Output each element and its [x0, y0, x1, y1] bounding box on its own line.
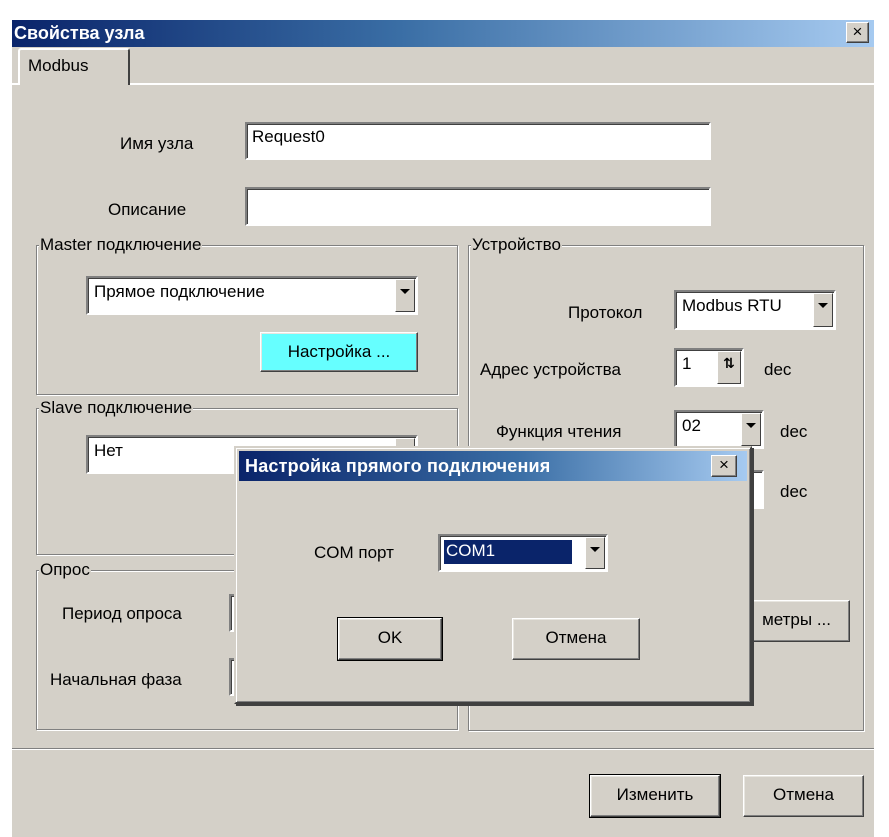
- apply-button-label: Изменить: [616, 785, 694, 804]
- cancel-button[interactable]: Отмена: [743, 775, 864, 817]
- node-properties-dialog: Свойства узла × Modbus Имя узла Request0…: [12, 20, 874, 837]
- protocol-select[interactable]: Modbus RTU: [674, 290, 836, 330]
- popup-cancel-button[interactable]: Отмена: [512, 618, 640, 660]
- node-name-label: Имя узла: [120, 134, 194, 153]
- slave-connection-legend: Slave подключение: [39, 398, 194, 418]
- device-address-value: 1: [682, 354, 692, 373]
- device-address-label: Адрес устройства: [480, 360, 621, 379]
- description-field[interactable]: [245, 187, 711, 226]
- poll-legend: Опрос: [39, 560, 91, 580]
- cancel-button-label: Отмена: [773, 785, 834, 804]
- close-icon[interactable]: ×: [711, 455, 737, 477]
- read-function-unit: dec: [780, 422, 808, 441]
- protocol-label: Протокол: [568, 303, 643, 322]
- master-connection-value: Прямое подключение: [94, 282, 265, 301]
- chevron-down-icon[interactable]: [395, 279, 415, 312]
- read-function-label: Функция чтения: [496, 422, 622, 441]
- master-settings-button-label: Настройка ...: [287, 342, 391, 361]
- chevron-down-icon[interactable]: [585, 537, 605, 569]
- start-phase-label: Начальная фаза: [50, 670, 182, 689]
- master-connection-group: Master подключение: [36, 235, 458, 395]
- popup-title: Настройка прямого подключения: [245, 456, 551, 476]
- tab-modbus-label: Modbus: [28, 56, 89, 75]
- chevron-down-icon[interactable]: [813, 293, 833, 327]
- com-port-select[interactable]: COM1: [438, 534, 608, 572]
- tab-divider: [130, 83, 874, 85]
- title-bar: Свойства узла ×: [12, 20, 874, 47]
- parameters-button-label: метры ...: [762, 610, 831, 629]
- chevron-down-icon[interactable]: [741, 413, 761, 446]
- device-address-unit: dec: [764, 360, 792, 379]
- read-function-select[interactable]: 02: [674, 410, 764, 449]
- ok-button[interactable]: OK: [337, 617, 443, 661]
- close-icon[interactable]: ×: [846, 22, 869, 43]
- device-legend: Устройство: [471, 235, 562, 255]
- node-name-field[interactable]: Request0: [245, 122, 711, 160]
- spin-arrows-icon[interactable]: ⇅: [717, 351, 741, 384]
- dialog-title: Свойства узла: [14, 23, 145, 43]
- read-function-value: 02: [682, 416, 701, 435]
- master-settings-button[interactable]: Настройка ...: [260, 332, 418, 372]
- direct-connection-settings-dialog: Настройка прямого подключения × COM порт…: [234, 446, 752, 704]
- poll-period-label: Период опроса: [62, 604, 182, 623]
- device-address-spinner[interactable]: 1 ⇅: [674, 348, 744, 387]
- popup-cancel-button-label: Отмена: [545, 628, 607, 647]
- hidden-row-unit: dec: [780, 482, 808, 501]
- description-label: Описание: [108, 200, 187, 219]
- ok-button-label: OK: [377, 628, 403, 647]
- popup-title-bar: Настройка прямого подключения ×: [239, 451, 747, 481]
- master-connection-legend: Master подключение: [39, 235, 203, 255]
- apply-button[interactable]: Изменить: [589, 774, 721, 818]
- tab-modbus[interactable]: Modbus: [18, 48, 130, 85]
- master-connection-select[interactable]: Прямое подключение: [86, 276, 418, 315]
- slave-connection-value: Нет: [94, 441, 123, 460]
- com-port-value: COM1: [443, 539, 573, 565]
- protocol-value: Modbus RTU: [682, 296, 782, 315]
- bottom-divider: [12, 749, 874, 750]
- com-port-label: COM порт: [314, 543, 394, 562]
